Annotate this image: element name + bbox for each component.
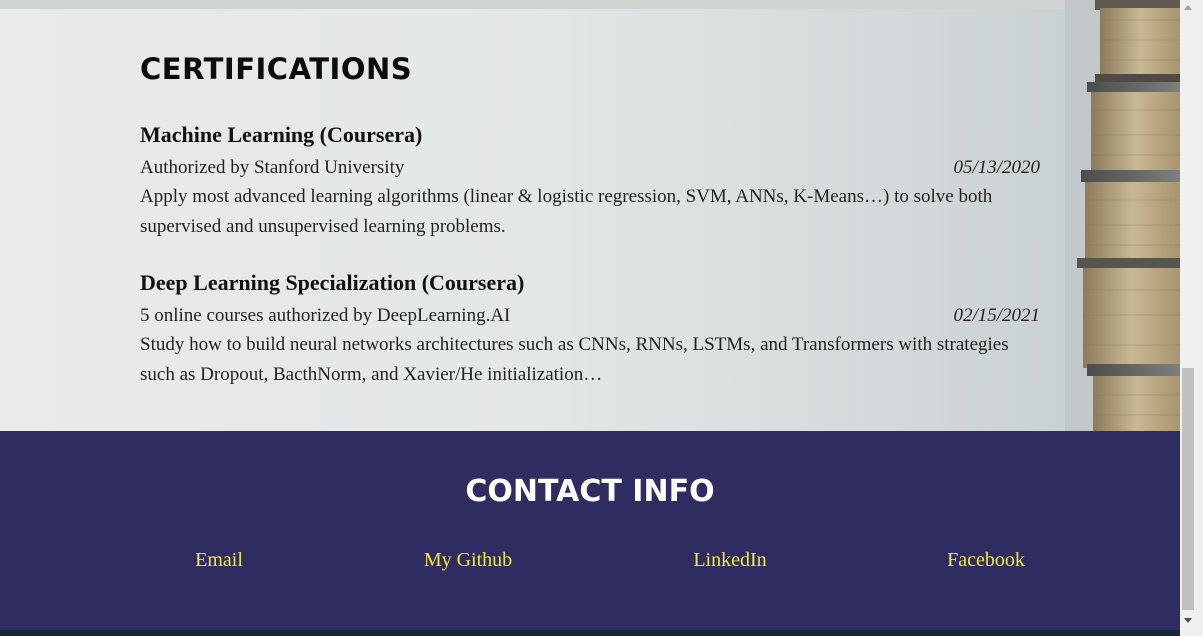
book-stack-image	[1065, 0, 1180, 431]
certifications-section: CERTIFICATIONS Machine Learning (Courser…	[0, 0, 1180, 431]
certification-date: 05/13/2020	[953, 157, 1040, 178]
certifications-heading: CERTIFICATIONS	[140, 52, 413, 86]
certification-issuer: Authorized by Stanford University	[140, 157, 405, 178]
page: CERTIFICATIONS Machine Learning (Courser…	[0, 0, 1180, 630]
email-link[interactable]: Email	[195, 549, 243, 572]
scroll-up-arrow-icon[interactable]	[1184, 5, 1192, 10]
certification-meta: Authorized by Stanford University 05/13/…	[140, 155, 1040, 181]
certification-description: Study how to build neural networks archi…	[140, 334, 1009, 385]
scrollbar-thumb[interactable]	[1182, 368, 1194, 610]
certification-item: Machine Learning (Coursera) Authorized b…	[140, 121, 1040, 242]
page-bottom-edge	[0, 630, 1180, 636]
certification-meta: 5 online courses authorized by DeepLearn…	[140, 303, 1040, 329]
facebook-link[interactable]: Facebook	[947, 549, 1025, 572]
certification-name: Machine Learning (Coursera)	[140, 122, 423, 147]
certification-name: Deep Learning Specialization (Coursera)	[140, 270, 525, 295]
linkedin-link[interactable]: LinkedIn	[693, 549, 766, 572]
previous-section-edge	[0, 0, 1100, 9]
certification-date: 02/15/2021	[953, 305, 1040, 326]
certification-issuer: 5 online courses authorized by DeepLearn…	[140, 305, 511, 326]
scroll-down-arrow-icon[interactable]	[1184, 618, 1192, 623]
github-link[interactable]: My Github	[424, 549, 512, 572]
certification-item: Deep Learning Specialization (Coursera) …	[140, 269, 1040, 390]
certification-description: Apply most advanced learning algorithms …	[140, 186, 993, 237]
contact-section: CONTACT INFO Email My Github LinkedIn Fa…	[0, 431, 1180, 630]
vertical-scrollbar[interactable]	[1180, 0, 1203, 636]
contact-heading: CONTACT INFO	[465, 474, 715, 509]
